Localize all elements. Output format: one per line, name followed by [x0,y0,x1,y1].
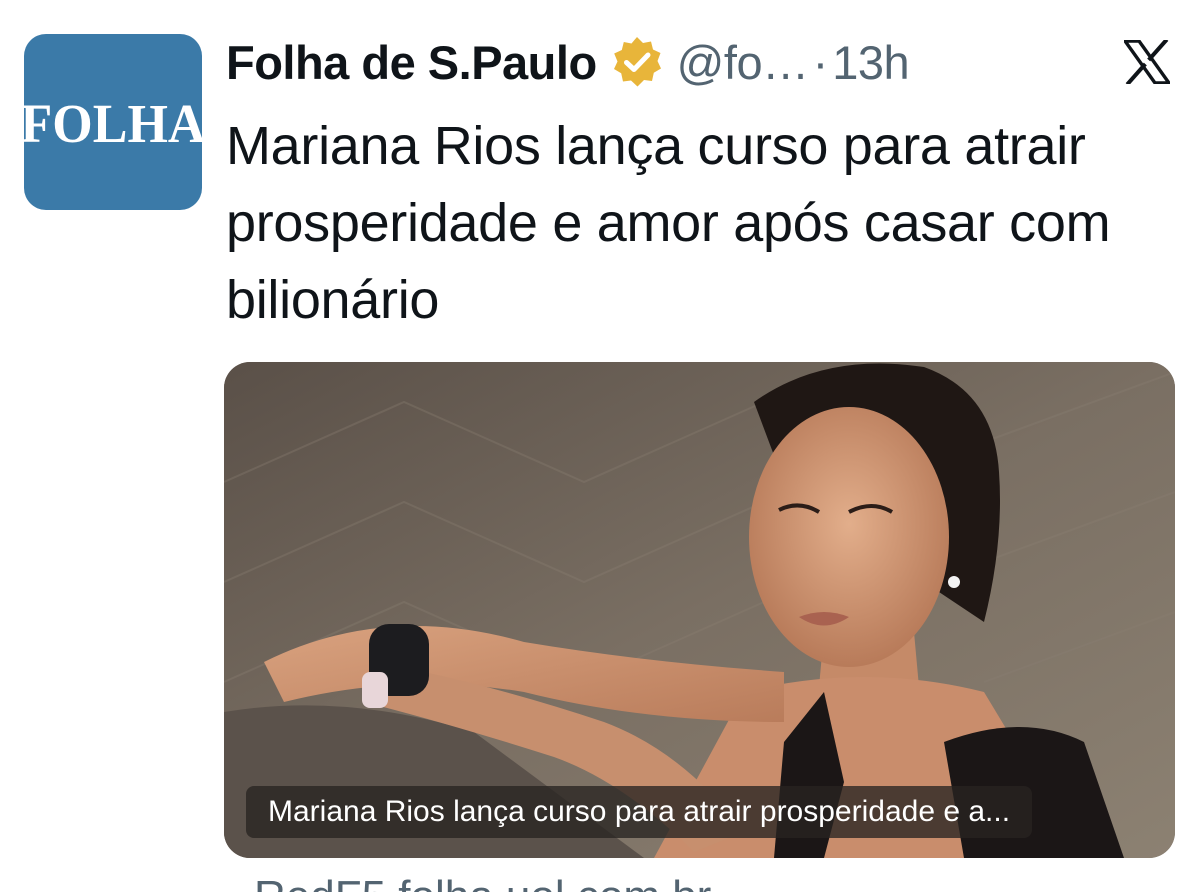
link-preview-domain[interactable]: RedF5 folha.uol.com.br [254,872,711,892]
x-logo-icon [1121,38,1173,86]
display-name[interactable]: Folha de S.Paulo [226,35,597,90]
account-handle[interactable]: @fo… [677,35,809,90]
media-caption: Mariana Rios lança curso para atrair pro… [246,786,1033,838]
separator-dot: · [812,35,829,89]
verified-badge-icon [609,34,665,90]
account-avatar[interactable]: FOLHA [24,34,202,210]
tweet-text: Mariana Rios lança curso para atrair pro… [226,116,1111,330]
avatar-logo-text: FOLHA [24,94,202,154]
tweet-header: Folha de S.Paulo @fo… · 13h [226,28,910,96]
media-photo [224,362,1175,858]
timestamp[interactable]: 13h [832,35,909,90]
tweet-media-card[interactable]: Mariana Rios lança curso para atrair pro… [224,362,1175,858]
